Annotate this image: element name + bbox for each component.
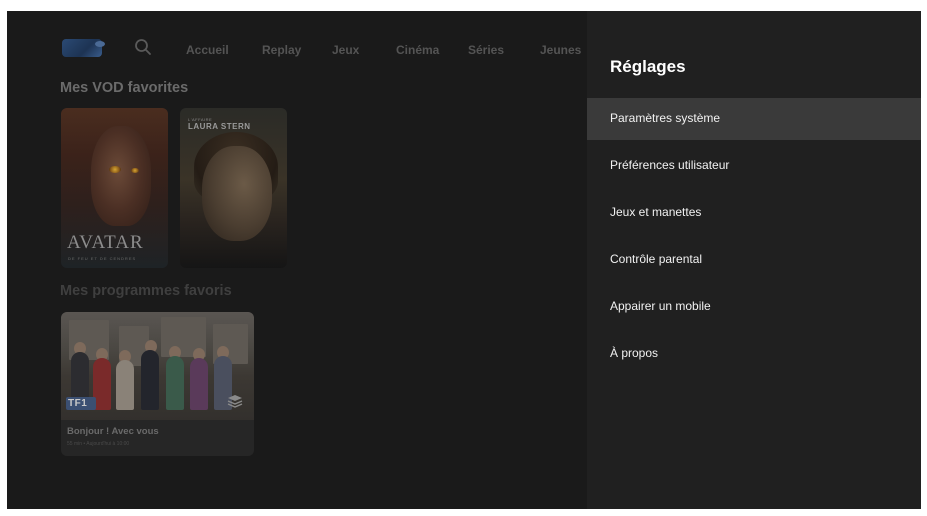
settings-item-label: Préférences utilisateur <box>610 158 730 172</box>
programme-title: Bonjour ! Avec vous <box>67 426 159 437</box>
nav-item-jeunes[interactable]: Jeunes <box>540 43 581 57</box>
settings-panel: Réglages Paramètres système Préférences … <box>587 11 921 509</box>
programme-meta: 55 min • Aujourd'hui à 10:00 <box>67 441 130 447</box>
poster-art-detail <box>131 168 139 173</box>
presenter <box>141 350 159 410</box>
settings-item-label: Contrôle parental <box>610 252 703 266</box>
presenter <box>190 358 208 410</box>
stack-icon <box>227 395 243 408</box>
settings-item-label: Paramètres système <box>610 111 721 125</box>
poster-art-detail <box>109 166 121 173</box>
vod-poster-avatar[interactable]: AVATAR DE FEU ET DE CENDRES <box>61 108 168 268</box>
nav-item-series[interactable]: Séries <box>468 43 504 57</box>
programme-thumbnail: TF1 <box>61 312 254 420</box>
settings-item-appairer-mobile[interactable]: Appairer un mobile <box>587 286 921 328</box>
brand-logo[interactable] <box>62 39 105 57</box>
channel-logo-text: TF1 <box>68 398 88 409</box>
poster-subtitle: DE FEU ET DE CENDRES <box>68 256 137 261</box>
search-icon[interactable] <box>134 38 152 56</box>
poster-title: AVATAR <box>67 232 144 253</box>
settings-item-jeux-et-manettes[interactable]: Jeux et manettes <box>587 192 921 234</box>
programme-card[interactable]: TF1 Bonjour ! Avec vous 55 min • Aujourd… <box>61 312 254 456</box>
presenter <box>116 360 134 410</box>
nav-item-replay[interactable]: Replay <box>262 43 301 57</box>
settings-item-label: Jeux et manettes <box>610 205 702 219</box>
vod-section-title: Mes VOD favorites <box>60 80 189 96</box>
settings-title: Réglages <box>610 57 686 76</box>
vod-poster-laura-stern[interactable]: L'AFFAIRE LAURA STERN <box>180 108 287 268</box>
poster-art <box>91 126 151 226</box>
settings-item-controle-parental[interactable]: Contrôle parental <box>587 239 921 281</box>
settings-item-label: À propos <box>610 346 659 360</box>
settings-item-a-propos[interactable]: À propos <box>587 333 921 375</box>
home-content: Accueil Replay Jeux Cinéma Séries Jeunes… <box>7 11 587 509</box>
settings-item-preferences-utilisateur[interactable]: Préférences utilisateur <box>587 145 921 187</box>
tv-screen: Accueil Replay Jeux Cinéma Séries Jeunes… <box>7 11 921 509</box>
presenter <box>166 356 184 410</box>
programmes-section-title: Mes programmes favoris <box>60 283 232 299</box>
settings-item-label: Appairer un mobile <box>610 299 711 313</box>
settings-item-parametres-systeme[interactable]: Paramètres système <box>587 98 921 140</box>
nav-item-jeux[interactable]: Jeux <box>332 43 359 57</box>
nav-item-cinema[interactable]: Cinéma <box>396 43 439 57</box>
poster-title: LAURA STERN <box>188 122 251 131</box>
poster-art <box>202 146 272 241</box>
nav-item-accueil[interactable]: Accueil <box>186 43 229 57</box>
